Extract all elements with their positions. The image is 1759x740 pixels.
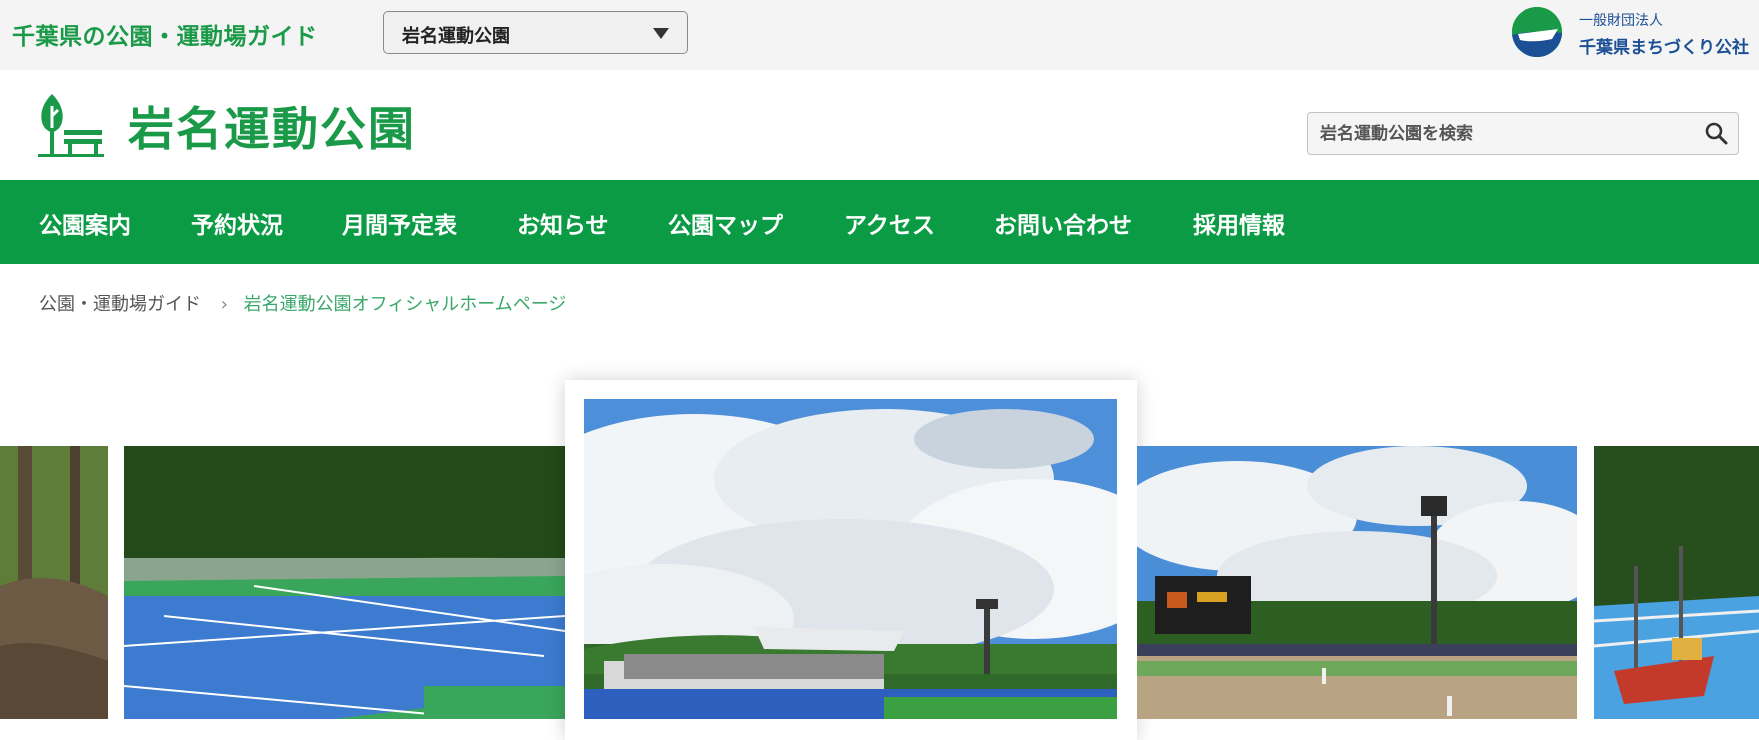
breadcrumb-current: 岩名運動公園オフィシャルホームページ <box>243 294 567 315</box>
chevron-right-icon: › <box>220 294 228 315</box>
corp-link[interactable]: 一般財団法人 千葉県まちづくり公社 <box>1512 7 1752 59</box>
breadcrumb-home[interactable]: 公園・運動場ガイド <box>39 294 201 315</box>
slide-pool-right[interactable] <box>1594 446 1759 719</box>
search-box <box>1307 112 1739 155</box>
slide-forest-left[interactable] <box>0 446 108 719</box>
slide-tennis-courts[interactable] <box>124 446 565 719</box>
tree-bench-icon[interactable] <box>38 92 104 158</box>
slide-stadium-featured[interactable] <box>584 399 1117 719</box>
nav-item-monthly-schedule[interactable]: 月間予定表 <box>342 206 457 240</box>
nav-item-news[interactable]: お知らせ <box>517 206 609 240</box>
nav-item-access[interactable]: アクセス <box>844 206 935 240</box>
site-header: 岩名運動公園 <box>0 70 1759 180</box>
search-input[interactable] <box>1308 113 1688 154</box>
nav-item-park-guide[interactable]: 公園案内 <box>39 206 131 240</box>
corp-type: 一般財団法人 <box>1579 13 1663 29</box>
park-select-dropdown[interactable]: 岩名運動公園 <box>383 11 688 54</box>
nav-item-reservations[interactable]: 予約状況 <box>191 206 283 240</box>
slide-baseball-stadium[interactable] <box>1137 446 1577 719</box>
park-select-value: 岩名運動公園 <box>402 26 510 47</box>
chevron-down-icon <box>653 28 669 39</box>
nav-item-recruit[interactable]: 採用情報 <box>1193 206 1285 240</box>
site-guide-link[interactable]: 千葉県の公園・運動場ガイド <box>12 17 318 51</box>
breadcrumb: 公園・運動場ガイド › 岩名運動公園オフィシャルホームページ <box>39 290 566 316</box>
corp-name: 千葉県まちづくり公社 <box>1579 38 1749 58</box>
search-button[interactable] <box>1704 121 1730 147</box>
nav-item-contact[interactable]: お問い合わせ <box>994 206 1132 240</box>
page-title[interactable]: 岩名運動公園 <box>128 106 416 152</box>
corp-logo-icon <box>1512 7 1562 57</box>
top-bar: 千葉県の公園・運動場ガイド 岩名運動公園 一般財団法人 千葉県まちづくり公社 <box>0 0 1759 70</box>
search-icon <box>1705 122 1728 145</box>
nav-item-park-map[interactable]: 公園マップ <box>668 206 783 240</box>
main-nav: 公園案内 予約状況 月間予定表 お知らせ 公園マップ アクセス お問い合わせ 採… <box>0 180 1759 264</box>
